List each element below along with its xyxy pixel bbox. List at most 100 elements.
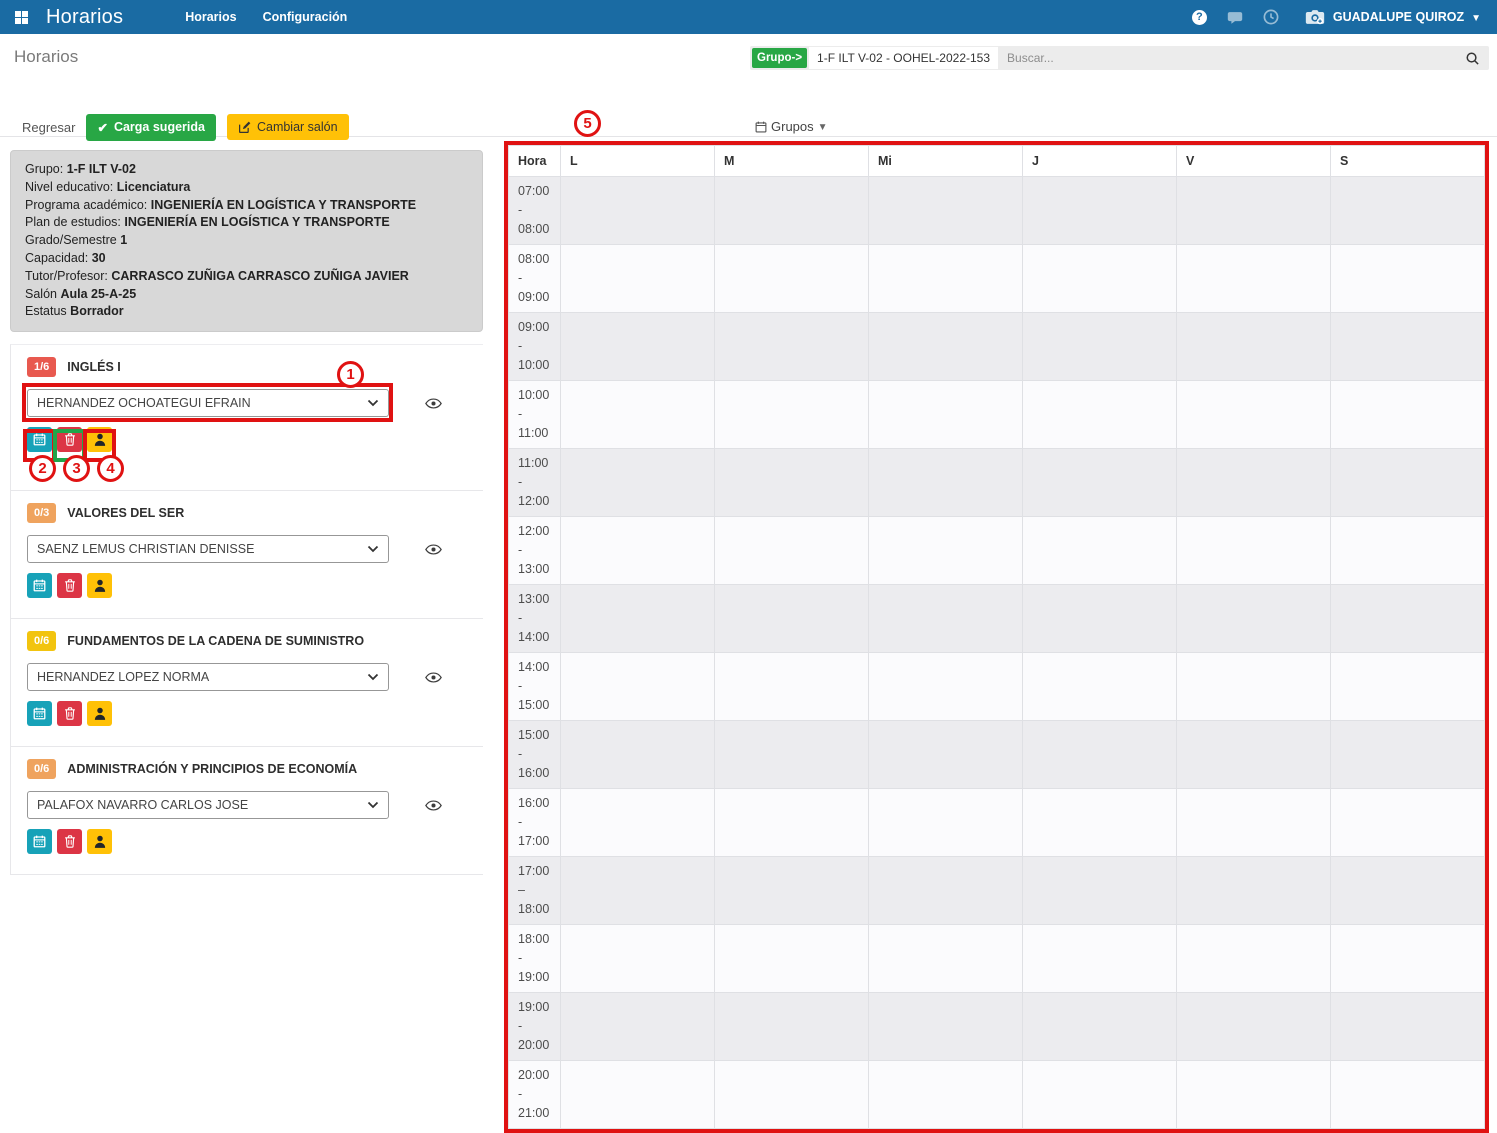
schedule-cell[interactable] [715, 993, 869, 1061]
schedule-cell[interactable] [1177, 177, 1331, 245]
schedule-cell[interactable] [1177, 789, 1331, 857]
schedule-cell[interactable] [1023, 1061, 1177, 1129]
schedule-cell[interactable] [715, 653, 869, 721]
schedule-cell[interactable] [1177, 449, 1331, 517]
schedule-subject-button[interactable] [27, 829, 52, 854]
back-link[interactable]: Regresar [22, 120, 75, 135]
teacher-select[interactable]: HERNANDEZ OCHOATEGUI EFRAIN [27, 389, 389, 417]
schedule-cell[interactable] [1331, 653, 1485, 721]
schedule-cell[interactable] [1331, 313, 1485, 381]
nav-item-configuracion[interactable]: Configuración [263, 10, 348, 24]
schedule-cell[interactable] [715, 1061, 869, 1129]
schedule-cell[interactable] [869, 449, 1023, 517]
schedule-cell[interactable] [1023, 789, 1177, 857]
assign-teacher-button[interactable] [87, 701, 112, 726]
schedule-cell[interactable] [1023, 585, 1177, 653]
schedule-cell[interactable] [869, 993, 1023, 1061]
user-menu[interactable]: GUADALUPE QUIROZ ▼ [1304, 9, 1481, 26]
schedule-cell[interactable] [1023, 245, 1177, 313]
view-subject-button[interactable] [425, 398, 442, 409]
schedule-cell[interactable] [1331, 381, 1485, 449]
schedule-cell[interactable] [1331, 449, 1485, 517]
schedule-cell[interactable] [1177, 517, 1331, 585]
delete-subject-button[interactable] [57, 829, 82, 854]
delete-subject-button[interactable] [57, 701, 82, 726]
schedule-cell[interactable] [715, 721, 869, 789]
schedule-cell[interactable] [1177, 1061, 1331, 1129]
assign-teacher-button[interactable] [87, 427, 112, 452]
schedule-cell[interactable] [869, 925, 1023, 993]
schedule-cell[interactable] [869, 313, 1023, 381]
schedule-cell[interactable] [869, 789, 1023, 857]
schedule-cell[interactable] [869, 857, 1023, 925]
schedule-cell[interactable] [1023, 517, 1177, 585]
schedule-cell[interactable] [1331, 517, 1485, 585]
chat-icon[interactable] [1226, 10, 1244, 25]
schedule-cell[interactable] [1177, 993, 1331, 1061]
schedule-cell[interactable] [1023, 993, 1177, 1061]
schedule-cell[interactable] [1023, 313, 1177, 381]
clock-icon[interactable] [1263, 9, 1279, 25]
help-icon[interactable]: ? [1192, 10, 1207, 25]
schedule-cell[interactable] [1331, 789, 1485, 857]
schedule-cell[interactable] [1177, 585, 1331, 653]
groups-dropdown[interactable]: Grupos ▼ [755, 119, 828, 134]
schedule-cell[interactable] [869, 381, 1023, 449]
schedule-cell[interactable] [869, 653, 1023, 721]
schedule-cell[interactable] [1331, 993, 1485, 1061]
schedule-cell[interactable] [715, 925, 869, 993]
schedule-cell[interactable] [1023, 857, 1177, 925]
view-subject-button[interactable] [425, 672, 442, 683]
teacher-select[interactable]: HERNANDEZ LOPEZ NORMA [27, 663, 389, 691]
schedule-cell[interactable] [1177, 925, 1331, 993]
schedule-cell[interactable] [1023, 721, 1177, 789]
schedule-cell[interactable] [561, 857, 715, 925]
assign-teacher-button[interactable] [87, 573, 112, 598]
schedule-cell[interactable] [1331, 925, 1485, 993]
schedule-subject-button[interactable] [27, 427, 52, 452]
schedule-cell[interactable] [1331, 177, 1485, 245]
schedule-cell[interactable] [561, 449, 715, 517]
schedule-cell[interactable] [869, 245, 1023, 313]
search-icon[interactable] [1465, 51, 1480, 66]
schedule-cell[interactable] [561, 789, 715, 857]
schedule-cell[interactable] [869, 721, 1023, 789]
schedule-cell[interactable] [1331, 245, 1485, 313]
teacher-select[interactable]: PALAFOX NAVARRO CARLOS JOSE [27, 791, 389, 819]
schedule-cell[interactable] [1177, 313, 1331, 381]
view-subject-button[interactable] [425, 800, 442, 811]
teacher-select[interactable]: SAENZ LEMUS CHRISTIAN DENISSE [27, 535, 389, 563]
schedule-cell[interactable] [715, 313, 869, 381]
schedule-cell[interactable] [561, 313, 715, 381]
schedule-cell[interactable] [561, 381, 715, 449]
schedule-cell[interactable] [715, 857, 869, 925]
schedule-cell[interactable] [1331, 857, 1485, 925]
schedule-cell[interactable] [1023, 653, 1177, 721]
schedule-cell[interactable] [869, 1061, 1023, 1129]
search-bar[interactable]: Grupo-> 1-F ILT V-02 - OOHEL-2022-153 Bu… [750, 46, 1489, 70]
schedule-cell[interactable] [561, 721, 715, 789]
schedule-cell[interactable] [561, 1061, 715, 1129]
schedule-cell[interactable] [1331, 585, 1485, 653]
schedule-cell[interactable] [869, 177, 1023, 245]
schedule-cell[interactable] [1177, 653, 1331, 721]
nav-item-horarios[interactable]: Horarios [185, 10, 236, 24]
schedule-cell[interactable] [715, 381, 869, 449]
schedule-cell[interactable] [869, 517, 1023, 585]
schedule-cell[interactable] [1177, 381, 1331, 449]
schedule-cell[interactable] [561, 245, 715, 313]
schedule-cell[interactable] [1023, 381, 1177, 449]
view-subject-button[interactable] [425, 544, 442, 555]
schedule-cell[interactable] [715, 517, 869, 585]
apps-grid-icon[interactable] [15, 11, 28, 24]
schedule-cell[interactable] [715, 789, 869, 857]
schedule-cell[interactable] [1023, 449, 1177, 517]
schedule-cell[interactable] [715, 585, 869, 653]
schedule-cell[interactable] [561, 653, 715, 721]
schedule-cell[interactable] [1331, 1061, 1485, 1129]
schedule-cell[interactable] [1177, 857, 1331, 925]
schedule-cell[interactable] [1023, 925, 1177, 993]
schedule-cell[interactable] [869, 585, 1023, 653]
schedule-cell[interactable] [1177, 721, 1331, 789]
schedule-cell[interactable] [561, 925, 715, 993]
